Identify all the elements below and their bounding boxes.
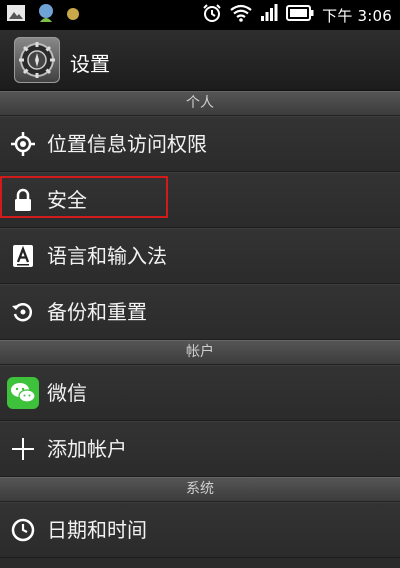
settings-list: 个人 位置信息访问权限 安全 语言和输入法 备份和重置 帐户 微信 添加帐户 系… <box>0 91 400 558</box>
title-bar: 设置 <box>0 30 400 91</box>
section-header-system: 系统 <box>0 477 400 502</box>
coin-icon <box>66 6 80 25</box>
wechat-icon <box>7 377 39 409</box>
location-icon <box>10 131 36 157</box>
backup-restore-icon <box>10 299 36 325</box>
signal-icon <box>260 4 278 26</box>
page-title: 设置 <box>70 52 110 76</box>
clock-icon <box>10 517 36 543</box>
settings-item-language-input[interactable]: 语言和输入法 <box>0 228 400 284</box>
settings-item-label: 备份和重置 <box>47 300 147 324</box>
settings-item-label: 添加帐户 <box>47 437 127 461</box>
settings-item-backup-reset[interactable]: 备份和重置 <box>0 284 400 340</box>
android-icon <box>35 2 57 28</box>
plus-icon <box>10 436 36 462</box>
settings-item-label: 微信 <box>47 381 87 405</box>
status-bar-left <box>6 4 80 26</box>
section-header-personal: 个人 <box>0 91 400 116</box>
settings-item-label: 日期和时间 <box>47 518 147 542</box>
status-time: 下午 3:06 <box>322 6 392 25</box>
settings-item-label: 安全 <box>47 188 87 212</box>
gallery-icon <box>6 4 26 26</box>
status-bar: 下午 3:06 <box>0 0 400 30</box>
settings-item-location[interactable]: 位置信息访问权限 <box>0 116 400 172</box>
keyboard-a-icon <box>10 243 36 269</box>
settings-item-security[interactable]: 安全 <box>0 172 400 228</box>
settings-item-add-account[interactable]: 添加帐户 <box>0 421 400 477</box>
settings-item-label: 语言和输入法 <box>47 244 167 268</box>
section-header-accounts: 帐户 <box>0 340 400 365</box>
wifi-icon <box>230 4 252 26</box>
settings-item-wechat[interactable]: 微信 <box>0 365 400 421</box>
battery-icon <box>286 5 314 25</box>
alarm-icon <box>202 3 222 27</box>
settings-gear-icon[interactable] <box>14 37 60 83</box>
settings-item-date-time[interactable]: 日期和时间 <box>0 502 400 558</box>
lock-icon <box>10 187 36 213</box>
settings-item-label: 位置信息访问权限 <box>47 132 207 156</box>
status-bar-right: 下午 3:06 <box>202 4 392 26</box>
